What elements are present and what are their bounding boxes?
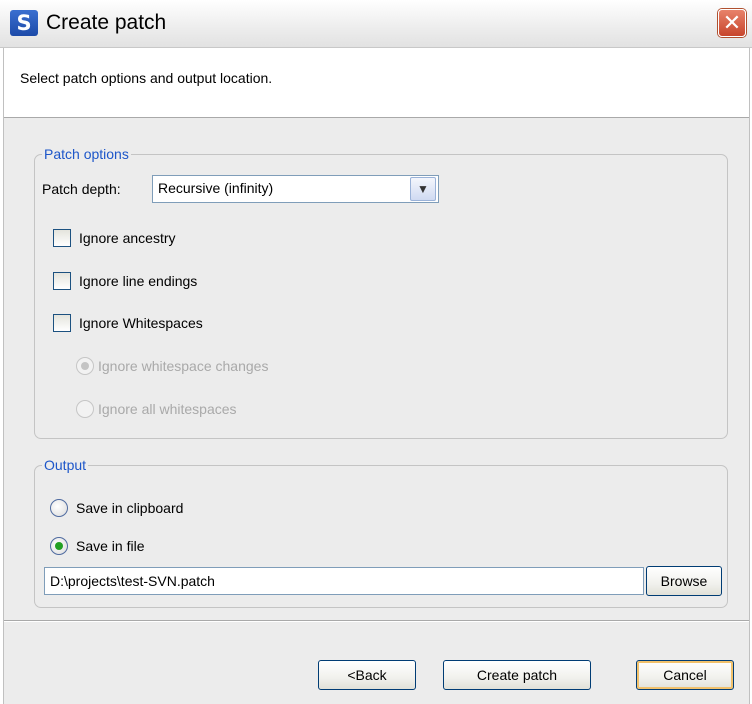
ignore-line-endings-checkbox[interactable] [53, 272, 71, 290]
patch-depth-value: Recursive (infinity) [158, 180, 274, 196]
patch-options-legend: Patch options [44, 146, 129, 162]
window-title: Create patch [46, 11, 167, 34]
ignore-whitespaces-checkbox[interactable] [53, 314, 71, 332]
chevron-down-icon[interactable]: ▼ [410, 177, 436, 201]
save-in-clipboard-label: Save in clipboard [76, 500, 184, 516]
footer-separator-highlight [4, 621, 749, 622]
radio-selected-dot [81, 362, 89, 370]
ignore-whitespace-changes-radio[interactable] [76, 357, 94, 375]
ignore-line-endings-label: Ignore line endings [79, 273, 198, 289]
ignore-ancestry-label: Ignore ancestry [79, 230, 176, 246]
output-legend: Output [44, 457, 87, 473]
ignore-whitespace-changes-label: Ignore whitespace changes [98, 358, 269, 374]
save-in-file-radio[interactable] [50, 537, 68, 555]
ignore-all-whitespaces-label: Ignore all whitespaces [98, 401, 237, 417]
browse-button[interactable]: Browse [646, 566, 722, 596]
header-description: Select patch options and output location… [20, 70, 273, 86]
app-icon: S [10, 10, 38, 36]
save-in-clipboard-radio[interactable] [50, 499, 68, 517]
ignore-all-whitespaces-radio[interactable] [76, 400, 94, 418]
window-frame-left [0, 48, 4, 704]
radio-selected-dot [55, 542, 63, 550]
back-button[interactable]: <Back [318, 660, 416, 690]
create-patch-button[interactable]: Create patch [443, 660, 591, 690]
close-icon[interactable]: ✕ [718, 9, 746, 37]
ignore-ancestry-checkbox[interactable] [53, 229, 71, 247]
file-path-value: D:\projects\test-SVN.patch [50, 573, 215, 589]
save-in-file-label: Save in file [76, 538, 145, 554]
cancel-button[interactable]: Cancel [636, 660, 734, 690]
ignore-whitespaces-label: Ignore Whitespaces [79, 315, 203, 331]
patch-depth-label: Patch depth: [42, 181, 121, 197]
